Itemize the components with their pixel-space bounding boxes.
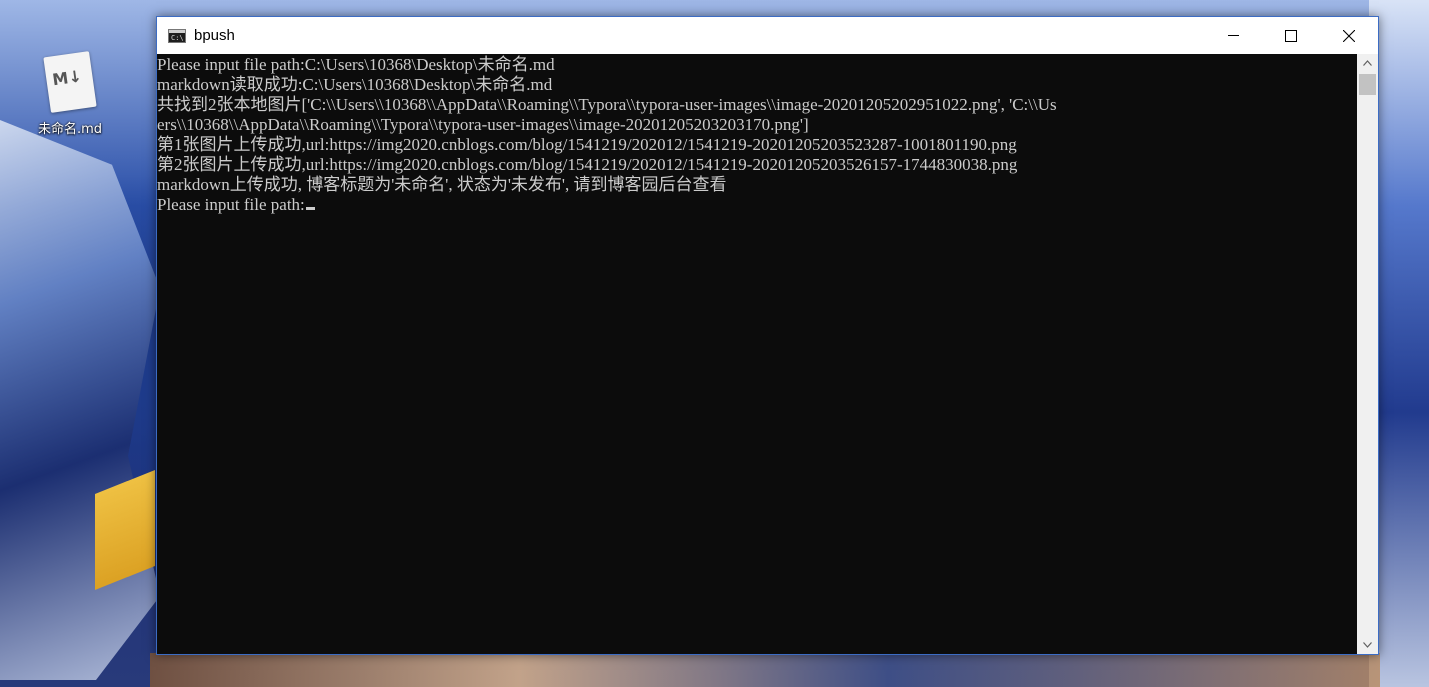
- wallpaper-art-bottom: [150, 653, 1380, 687]
- console-line: Please input file path:C:\Users\10368\De…: [157, 55, 555, 74]
- desktop-file-label: 未命名.md: [37, 122, 103, 137]
- title-bar[interactable]: C:\ bpush: [157, 17, 1378, 54]
- console-prompt-line[interactable]: Please input file path:: [157, 195, 1357, 215]
- window-title: bpush: [194, 27, 235, 44]
- close-icon: [1343, 29, 1355, 42]
- markdown-glyph: M↓: [51, 66, 83, 90]
- console-output[interactable]: Please input file path:C:\Users\10368\De…: [157, 54, 1357, 654]
- maximize-icon: [1285, 29, 1297, 42]
- vertical-scrollbar[interactable]: [1357, 54, 1378, 654]
- console-prompt: Please input file path:: [157, 195, 305, 214]
- wallpaper-art-left: [0, 120, 160, 680]
- console-window: C:\ bpush Please input file path:C:\User…: [156, 16, 1379, 655]
- console-app-icon[interactable]: C:\: [168, 28, 186, 43]
- console-line: 第1张图片上传成功,url:https://img2020.cnblogs.co…: [157, 135, 1017, 154]
- scroll-thumb[interactable]: [1359, 74, 1376, 95]
- scroll-up-button[interactable]: [1357, 54, 1378, 72]
- console-line: ers\\10368\\AppData\\Roaming\\Typora\\ty…: [157, 115, 809, 134]
- minimize-icon: [1227, 35, 1239, 36]
- console-line: 共找到2张本地图片['C:\\Users\\10368\\AppData\\Ro…: [157, 95, 1057, 114]
- wallpaper-art-yellow: [95, 470, 155, 590]
- console-line: 第2张图片上传成功,url:https://img2020.cnblogs.co…: [157, 155, 1018, 174]
- text-cursor: [305, 207, 315, 210]
- minimize-button[interactable]: [1204, 17, 1262, 54]
- console-client-area: Please input file path:C:\Users\10368\De…: [157, 54, 1378, 654]
- chevron-down-icon: [1363, 642, 1372, 648]
- maximize-button[interactable]: [1262, 17, 1320, 54]
- window-controls: [1204, 17, 1378, 54]
- close-button[interactable]: [1320, 17, 1378, 54]
- chevron-up-icon: [1363, 60, 1372, 66]
- markdown-file-icon: M↓: [43, 51, 97, 113]
- scroll-down-button[interactable]: [1357, 636, 1378, 654]
- console-line: markdown读取成功:C:\Users\10368\Desktop\未命名.…: [157, 75, 553, 94]
- desktop-file-icon[interactable]: M↓ 未命名.md: [24, 51, 116, 137]
- console-line: markdown上传成功, 博客标题为'未命名', 状态为'未发布', 请到博客…: [157, 175, 727, 194]
